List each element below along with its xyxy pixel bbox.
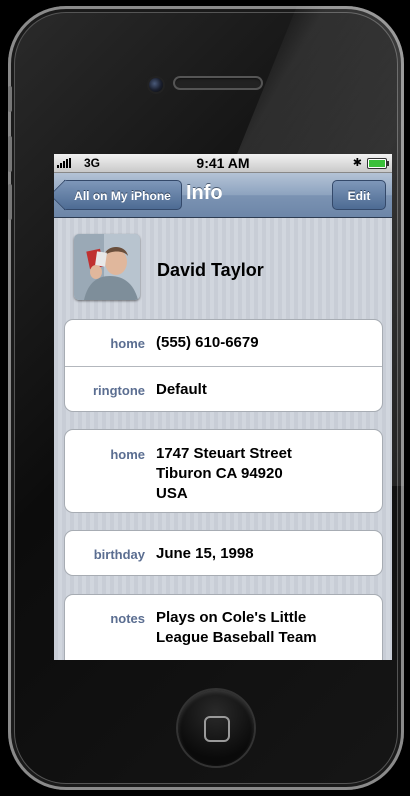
address-line-3: USA <box>156 485 188 502</box>
bluetooth-icon: ✱ <box>352 157 362 169</box>
phone-row[interactable]: home (555) 610-6679 <box>65 320 382 366</box>
birthday-row[interactable]: birthday June 15, 1998 <box>65 531 382 575</box>
notes-row[interactable]: notes Plays on Cole's Little League Base… <box>65 595 382 660</box>
address-group: home 1747 Steuart Street Tiburon CA 9492… <box>64 429 383 513</box>
page-title: Info <box>186 182 223 204</box>
notes-line-2: League Baseball Team <box>156 629 317 646</box>
navigation-bar: All on My iPhone Info Edit <box>54 173 392 218</box>
phone-ringtone-group: home (555) 610-6679 ringtone Default <box>64 319 383 412</box>
iphone-device: 3G 9:41 AM ✱ All on My iPhone Info Edit <box>8 6 404 790</box>
edit-button[interactable]: Edit <box>332 180 386 210</box>
home-square-icon <box>204 716 230 742</box>
phone-value: (555) 610-6679 <box>156 334 259 351</box>
address-line-2: Tiburon CA 94920 <box>156 465 283 482</box>
status-time: 9:41 AM <box>196 155 250 171</box>
home-button[interactable] <box>178 690 254 766</box>
contact-name: David Taylor <box>157 260 264 280</box>
phone-label: home <box>110 336 145 351</box>
screen: 3G 9:41 AM ✱ All on My iPhone Info Edit <box>54 154 392 660</box>
ringtone-row[interactable]: ringtone Default <box>65 366 382 412</box>
address-label: home <box>110 447 145 462</box>
notes-line-1: Plays on Cole's Little <box>156 609 307 626</box>
earpiece-speaker <box>173 76 263 90</box>
notes-group: notes Plays on Cole's Little League Base… <box>64 594 383 660</box>
mute-switch <box>8 86 12 112</box>
volume-down-button <box>8 184 12 220</box>
ringtone-label: ringtone <box>93 383 145 398</box>
address-line-1: 1747 Steuart Street <box>156 445 292 462</box>
battery-icon <box>367 158 389 169</box>
birthday-value: June 15, 1998 <box>156 545 254 562</box>
status-bar: 3G 9:41 AM ✱ <box>54 154 392 173</box>
front-camera <box>149 78 163 92</box>
ringtone-value: Default <box>156 381 207 398</box>
back-button-label: All on My iPhone <box>74 189 171 203</box>
birthday-label: birthday <box>93 547 145 562</box>
back-button[interactable]: All on My iPhone <box>64 180 182 210</box>
birthday-group: birthday June 15, 1998 <box>64 530 383 576</box>
avatar[interactable] <box>74 234 140 300</box>
volume-up-button <box>8 136 12 172</box>
address-row[interactable]: home 1747 Steuart Street Tiburon CA 9492… <box>65 430 382 512</box>
contact-photo-icon <box>74 234 140 300</box>
notes-label: notes <box>110 611 145 626</box>
